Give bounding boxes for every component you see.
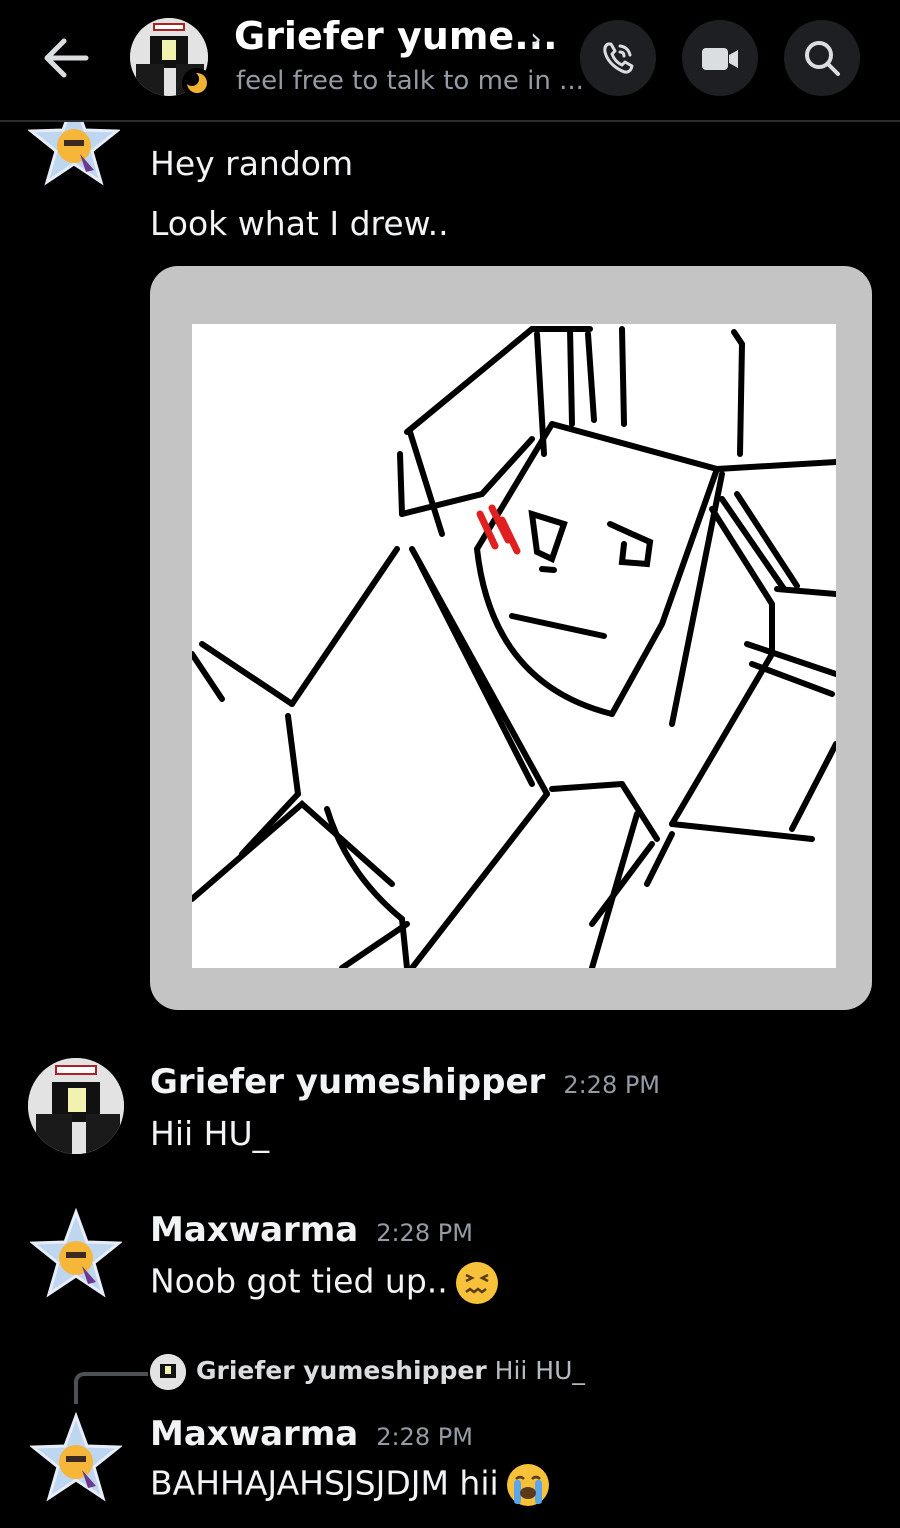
reply-author[interactable]: Griefer yumeshipper	[196, 1356, 487, 1385]
message-timestamp: 2:28 PM	[376, 1423, 473, 1451]
loudly-crying-face-emoji	[506, 1464, 549, 1506]
message-timestamp: 2:28 PM	[563, 1071, 661, 1099]
reply-text: Hii HU_	[494, 1356, 585, 1385]
channel-subtitle[interactable]: feel free to talk to me in ...	[236, 66, 584, 96]
message-text: BAHHAJAHSJSJDJM hii	[150, 1462, 551, 1508]
video-call-button[interactable]	[682, 20, 758, 96]
channel-header: Griefer yume... › feel free to talk to m…	[0, 0, 900, 122]
video-camera-icon	[702, 48, 738, 70]
drawing-image	[192, 324, 836, 968]
author-name[interactable]: Maxwarma	[150, 1210, 358, 1250]
message-author[interactable]: Maxwarma 2:28 PM	[150, 1414, 473, 1454]
phone-icon	[603, 42, 634, 74]
message-line: Noob got tied up..	[150, 1261, 448, 1301]
message-line: BAHHAJAHSJSJDJM hii	[150, 1463, 499, 1503]
message-text: Noob got tied up..	[150, 1260, 500, 1306]
message-line: Hii HU_	[150, 1114, 270, 1153]
message-timestamp: 2:28 PM	[376, 1219, 473, 1247]
confounded-face-emoji	[455, 1262, 498, 1304]
author-name[interactable]: Maxwarma	[150, 1414, 358, 1454]
maxwarma-avatar[interactable]	[28, 1207, 124, 1300]
message-line: Look what I drew..	[150, 204, 449, 243]
arrow-left-icon	[44, 38, 89, 78]
reply-avatar[interactable]	[150, 1354, 186, 1390]
image-attachment[interactable]	[150, 266, 872, 1010]
message-list[interactable]: Hey random Look what I drew.. Griefer yu…	[0, 0, 900, 1528]
maxwarma-avatar[interactable]	[28, 1411, 124, 1504]
search-icon	[805, 41, 840, 76]
reply-preview[interactable]: Griefer yumeshipper Hii HU_	[196, 1356, 585, 1385]
search-button[interactable]	[784, 20, 860, 96]
reply-connector	[74, 1372, 148, 1404]
channel-title[interactable]: Griefer yume...	[234, 14, 558, 58]
idle-status-icon	[182, 68, 212, 98]
header-avatar[interactable]	[130, 18, 212, 98]
message-line: Hey random	[150, 144, 354, 183]
call-button[interactable]	[580, 20, 656, 96]
message-author[interactable]: Maxwarma 2:28 PM	[150, 1210, 473, 1250]
message-author[interactable]: Griefer yumeshipper 2:28 PM	[150, 1062, 660, 1102]
griefer-avatar[interactable]	[28, 1058, 124, 1154]
back-button[interactable]	[38, 28, 98, 88]
author-name[interactable]: Griefer yumeshipper	[150, 1062, 545, 1102]
chevron-right-icon[interactable]: ›	[530, 22, 542, 57]
